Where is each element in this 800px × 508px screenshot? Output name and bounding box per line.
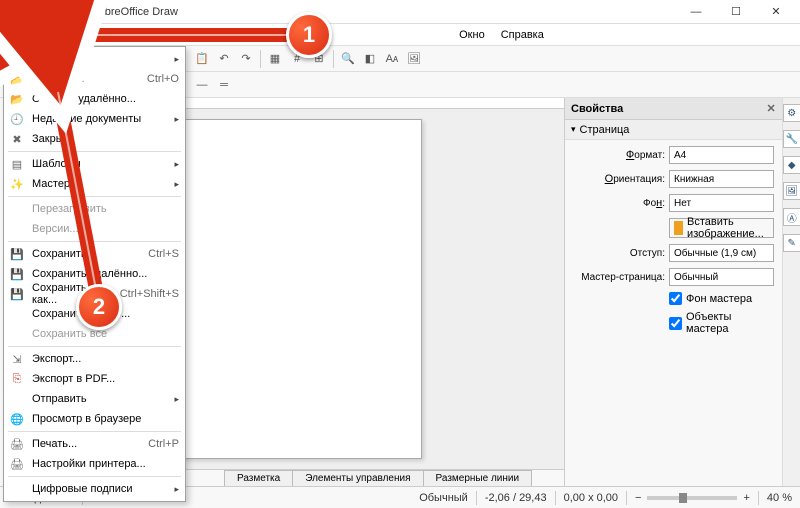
zoom-icon[interactable]: 🔍 [338, 49, 358, 69]
app-icon [4, 5, 18, 19]
paste-icon[interactable]: 📋 [192, 49, 212, 69]
callout-2: 2 [76, 284, 122, 330]
close-button[interactable]: ✕ [756, 1, 796, 23]
menubar: Файл Окно Справка [0, 24, 800, 46]
gallery-deck-icon[interactable]: 🖼 [783, 182, 800, 200]
input-format[interactable]: A4 [669, 146, 774, 164]
tab-dimensions[interactable]: Размерные линии [423, 470, 533, 486]
menu-window[interactable]: Окно [451, 27, 493, 43]
settings-icon[interactable]: ⚙ [783, 104, 800, 122]
status-zoom: 40 % [767, 492, 792, 504]
label-orientation: Ориентация: [573, 173, 665, 185]
folder-remote-icon: 📂 [8, 91, 26, 107]
label-background: Фон: [573, 197, 665, 209]
menu-send[interactable]: Отправить▸ [4, 389, 185, 409]
status-size: 0,00 x 0,00 [564, 492, 618, 504]
printer-settings-icon: 🖨 [8, 456, 26, 472]
navigator-deck-icon[interactable]: Ⓐ [783, 208, 800, 226]
tab-layout[interactable]: Разметка [224, 470, 293, 486]
sidebar: Свойства ✕ Страница Формат: A4 Ориентаци… [564, 98, 800, 486]
menu-save-remote[interactable]: 💾Сохранить удалённо... [4, 264, 185, 284]
browser-icon: 🌐 [8, 411, 26, 427]
export-icon: ⇲ [8, 351, 26, 367]
insert-image-button[interactable]: Вставить изображение... [669, 218, 774, 238]
label-margin: Отступ: [573, 248, 665, 259]
sidebar-close-icon[interactable]: ✕ [766, 102, 775, 115]
menu-print[interactable]: 🖨Печать...Ctrl+P [4, 434, 185, 454]
maximize-button[interactable]: ☐ [716, 1, 756, 23]
input-master[interactable]: Обычный [669, 268, 774, 286]
menu-masters[interactable]: ✨Мастера▸ [4, 174, 185, 194]
zoom-plus[interactable]: + [743, 492, 749, 504]
properties-deck-icon[interactable]: 🔧 [783, 130, 800, 148]
folder-icon: 📂 [8, 71, 26, 87]
sidebar-title: Свойства ✕ [565, 98, 782, 120]
input-background[interactable]: Нет [669, 194, 774, 212]
sidebar-deck-icons: ⚙ 🔧 ◆ 🖼 Ⓐ ✎ [782, 98, 800, 486]
status-coords: -2,06 / 29,43 [485, 492, 547, 504]
undo-icon[interactable]: ↶ [214, 49, 234, 69]
save-icon: 💾 [8, 246, 26, 262]
menu-export[interactable]: ⇲Экспорт... [4, 349, 185, 369]
menu-save[interactable]: 💾СохранитьCtrl+S [4, 244, 185, 264]
wizard-icon: ✨ [8, 176, 26, 192]
menu-versions[interactable]: Версии... [4, 219, 185, 239]
section-page[interactable]: Страница [565, 120, 782, 140]
checkbox-master-objects[interactable]: Объекты мастера [669, 311, 774, 335]
tab-controls[interactable]: Элементы управления [292, 470, 423, 486]
line-style-icon[interactable]: — [192, 75, 212, 95]
checkbox-master-background[interactable]: Фон мастера [669, 292, 774, 305]
styles-icon[interactable]: Aᴀ [382, 49, 402, 69]
menu-open-remote[interactable]: 📂Открыть удалённо... [4, 89, 185, 109]
styles-deck-icon[interactable]: ✎ [783, 234, 800, 252]
file-menu-dropdown: 🗎Создать▸ 📂Открыть...Ctrl+O 📂Открыть уда… [3, 46, 186, 502]
menu-reload[interactable]: Перезагрузить [4, 199, 185, 219]
menu-close-doc[interactable]: ✖Закрыть [4, 129, 185, 149]
page[interactable] [182, 119, 422, 459]
template-icon: ▤ [8, 156, 26, 172]
input-margin[interactable]: Обычные (1,9 см) [669, 244, 774, 262]
new-icon: 🗎 [8, 51, 26, 67]
menu-export-pdf[interactable]: ⎘Экспорт в PDF... [4, 369, 185, 389]
save-remote-icon: 💾 [8, 266, 26, 282]
menu-signatures[interactable]: Цифровые подписи▸ [4, 479, 185, 499]
window-title: Без имени 1 - LibreOffice Draw [24, 6, 676, 18]
save-as-icon: 💾 [8, 286, 26, 302]
input-orientation[interactable]: Книжная [669, 170, 774, 188]
pdf-icon: ⎘ [8, 371, 26, 387]
line-width-icon[interactable]: ═ [214, 75, 234, 95]
menu-printer-settings[interactable]: 🖨Настройки принтера... [4, 454, 185, 474]
callout-1: 1 [286, 12, 332, 58]
sidebar-title-label: Свойства [571, 103, 623, 115]
zoom-slider[interactable] [647, 496, 737, 500]
label-master: Мастер-страница: [573, 272, 665, 283]
close-doc-icon: ✖ [8, 131, 26, 147]
image-icon[interactable]: 🖼 [404, 49, 424, 69]
menu-recent[interactable]: 🕘Недавние документы▸ [4, 109, 185, 129]
recent-icon: 🕘 [8, 111, 26, 127]
menu-create[interactable]: 🗎Создать▸ [4, 49, 185, 69]
menu-help[interactable]: Справка [493, 27, 552, 43]
menu-preview[interactable]: 🌐Просмотр в браузере [4, 409, 185, 429]
minimize-button[interactable]: — [676, 1, 716, 23]
image-icon [674, 221, 683, 235]
status-style: Обычный [419, 492, 468, 504]
label-format: Формат: [573, 149, 665, 161]
navigator-icon[interactable]: ◧ [360, 49, 380, 69]
menu-file[interactable]: Файл [4, 26, 49, 44]
menu-open[interactable]: 📂Открыть...Ctrl+O [4, 69, 185, 89]
print-icon: 🖨 [8, 436, 26, 452]
grid-icon[interactable]: ▦ [265, 49, 285, 69]
redo-icon[interactable]: ↷ [236, 49, 256, 69]
menu-wizards[interactable]: ▤Шаблоны▸ [4, 154, 185, 174]
shapes-deck-icon[interactable]: ◆ [783, 156, 800, 174]
zoom-minus[interactable]: − [635, 492, 641, 504]
titlebar: Без имени 1 - LibreOffice Draw — ☐ ✕ [0, 0, 800, 24]
